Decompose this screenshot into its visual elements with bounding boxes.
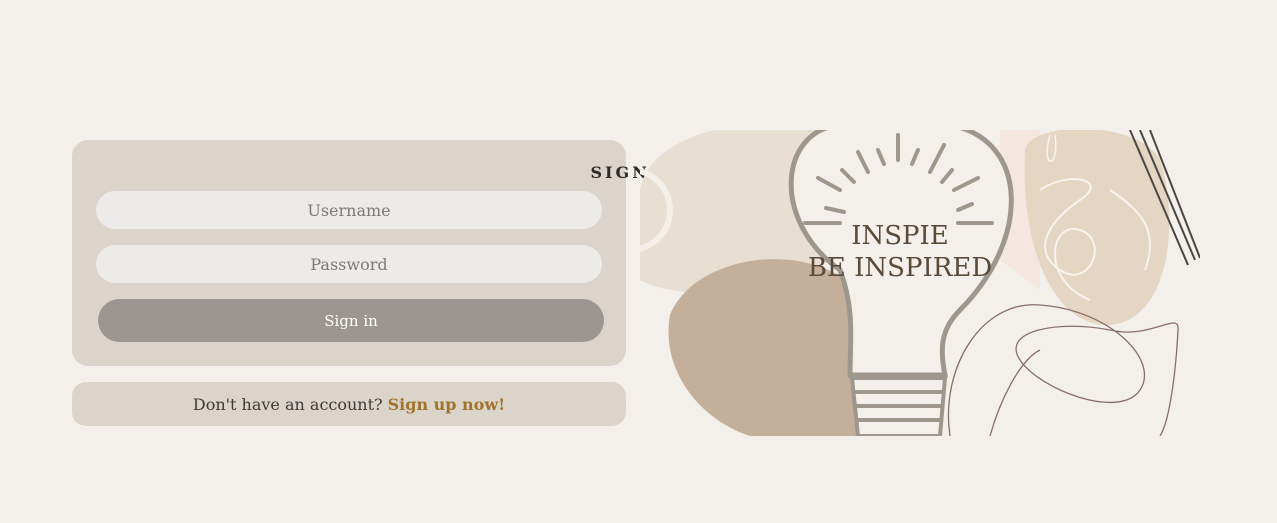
inspiration-illustration: INSPIE BE INSPIRED [640,130,1200,436]
lightbulb-illustration: INSPIE BE INSPIRED [640,130,1200,436]
be-inspired-text: BE INSPIRED [808,253,992,283]
sign-in-page: SIGN IN Sign in Don't have an account? S… [0,0,1277,523]
sign-up-prompt: Don't have an account? [192,394,383,414]
sign-up-link[interactable]: Sign up now! [388,395,506,414]
sign-in-button[interactable]: Sign in [98,299,604,342]
sign-up-card: Don't have an account? Sign up now! [72,382,626,426]
username-input[interactable] [96,191,602,229]
dark-scribble [947,304,1179,436]
password-input[interactable] [96,245,602,283]
inspie-text: INSPIE [851,221,949,251]
